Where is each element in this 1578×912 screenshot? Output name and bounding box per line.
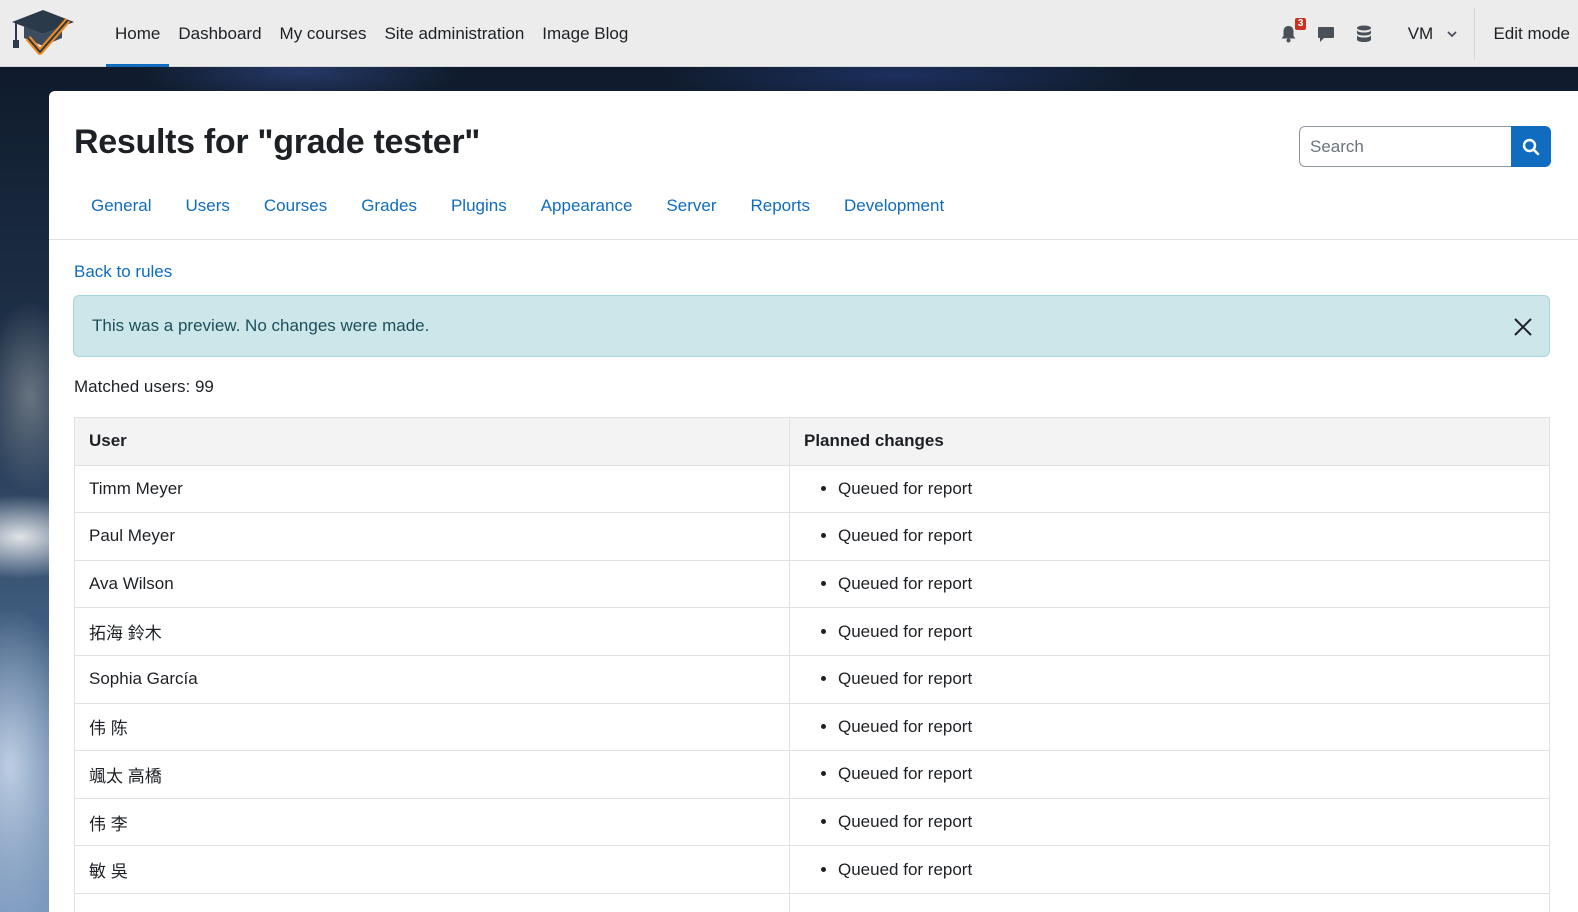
changes-cell: Queued for report — [789, 797, 1550, 847]
navbar-right-tools: 3 VM Edit mode — [1278, 0, 1578, 67]
page-title: Results for "grade tester" — [74, 123, 481, 161]
tab-users[interactable]: Users — [168, 196, 246, 216]
user-cell: 颯太 高橋 — [74, 750, 790, 799]
change-item: Queued for report — [838, 669, 1549, 689]
nav-home[interactable]: Home — [106, 0, 170, 67]
chevron-down-icon — [1447, 30, 1458, 37]
tab-general[interactable]: General — [74, 196, 168, 216]
user-cell: 伟 李 — [74, 797, 790, 847]
edit-mode-toggle[interactable]: Edit mode — [1493, 24, 1570, 44]
changes-cell: Queued for report — [789, 512, 1550, 561]
tab-appearance[interactable]: Appearance — [524, 196, 650, 216]
nav-site-administration[interactable]: Site administration — [375, 0, 533, 67]
column-header-planned-changes: Planned changes — [789, 417, 1550, 466]
changes-cell: Queued for report — [789, 845, 1550, 894]
user-menu-toggle[interactable]: VM — [1404, 17, 1458, 50]
table-row: 颯太 高橋 Queued for report — [74, 750, 1550, 799]
user-cell: Sophia García — [74, 654, 790, 704]
changes-cell: Queued for report — [789, 464, 1550, 514]
alert-message: This was a preview. No changes were made… — [92, 316, 430, 335]
close-icon[interactable] — [1513, 317, 1533, 337]
preview-alert: This was a preview. No changes were made… — [73, 295, 1550, 357]
search-button[interactable] — [1511, 126, 1551, 167]
nav-image-blog[interactable]: Image Blog — [533, 0, 637, 67]
changes-cell: Queued for report — [789, 750, 1550, 799]
navbar-divider — [1474, 7, 1476, 60]
primary-navigation: Home Dashboard My courses Site administr… — [106, 0, 637, 67]
column-header-user: User — [74, 417, 790, 466]
tab-development[interactable]: Development — [827, 196, 961, 216]
messages-button[interactable] — [1316, 24, 1336, 44]
user-cell: Timm Meyer — [74, 464, 790, 514]
admin-search-form — [1299, 126, 1551, 167]
results-table: User Planned changes Timm Meyer Queued f… — [74, 417, 1550, 912]
changes-cell: Queued for report — [789, 559, 1550, 609]
table-row: Paul Meyer Queued for report — [74, 512, 1550, 561]
tab-reports[interactable]: Reports — [733, 196, 827, 216]
table-row: Ava Wilson Queued for report — [74, 559, 1550, 609]
main-content-card: Results for "grade tester" General Users… — [49, 91, 1578, 912]
tabs-divider — [49, 239, 1578, 240]
table-row: 伟 李 Queued for report — [74, 797, 1550, 847]
search-icon — [1522, 138, 1540, 155]
avatar: VM — [1404, 17, 1437, 50]
changes-cell: Queued for report — [789, 607, 1550, 656]
matched-users-count: Matched users: 99 — [74, 377, 214, 396]
nav-my-courses[interactable]: My courses — [271, 0, 376, 67]
back-to-rules-link[interactable]: Back to rules — [74, 262, 172, 282]
table-row — [74, 892, 1550, 912]
change-item: Queued for report — [838, 574, 1549, 594]
nav-dashboard[interactable]: Dashboard — [169, 0, 270, 67]
change-item: Queued for report — [838, 717, 1549, 737]
notification-count-badge: 3 — [1294, 17, 1307, 30]
table-row: Sophia García Queued for report — [74, 654, 1550, 704]
changes-cell: Queued for report — [789, 702, 1550, 752]
table-row: Timm Meyer Queued for report — [74, 464, 1550, 514]
message-icon — [1318, 26, 1335, 42]
tab-plugins[interactable]: Plugins — [434, 196, 524, 216]
tab-server[interactable]: Server — [649, 196, 733, 216]
change-item: Queued for report — [838, 526, 1549, 546]
change-item: Queued for report — [838, 479, 1549, 499]
table-header-row: User Planned changes — [74, 417, 1550, 466]
top-navbar: Home Dashboard My courses Site administr… — [0, 0, 1578, 67]
tab-grades[interactable]: Grades — [344, 196, 434, 216]
table-row: 拓海 鈴木 Queued for report — [74, 607, 1550, 656]
admin-category-tabs: General Users Courses Grades Plugins App… — [74, 186, 961, 226]
user-cell — [74, 892, 790, 912]
table-row: 伟 陈 Queued for report — [74, 702, 1550, 752]
change-item: Queued for report — [838, 860, 1549, 880]
search-input[interactable] — [1299, 126, 1511, 167]
changes-cell: Queued for report — [789, 654, 1550, 704]
notifications-button[interactable]: 3 — [1278, 17, 1307, 44]
data-button[interactable] — [1354, 24, 1374, 44]
user-cell: Ava Wilson — [74, 559, 790, 609]
logo-mortarboard-icon[interactable] — [10, 8, 76, 60]
table-row: 敏 吳 Queued for report — [74, 845, 1550, 894]
user-cell: 敏 吳 — [74, 845, 790, 894]
changes-cell — [789, 892, 1550, 912]
user-cell: 伟 陈 — [74, 702, 790, 752]
change-item: Queued for report — [838, 764, 1549, 784]
user-cell: 拓海 鈴木 — [74, 607, 790, 656]
change-item: Queued for report — [838, 812, 1549, 832]
change-item: Queued for report — [838, 622, 1549, 642]
tab-courses[interactable]: Courses — [247, 196, 344, 216]
database-icon — [1357, 25, 1372, 42]
user-cell: Paul Meyer — [74, 512, 790, 561]
